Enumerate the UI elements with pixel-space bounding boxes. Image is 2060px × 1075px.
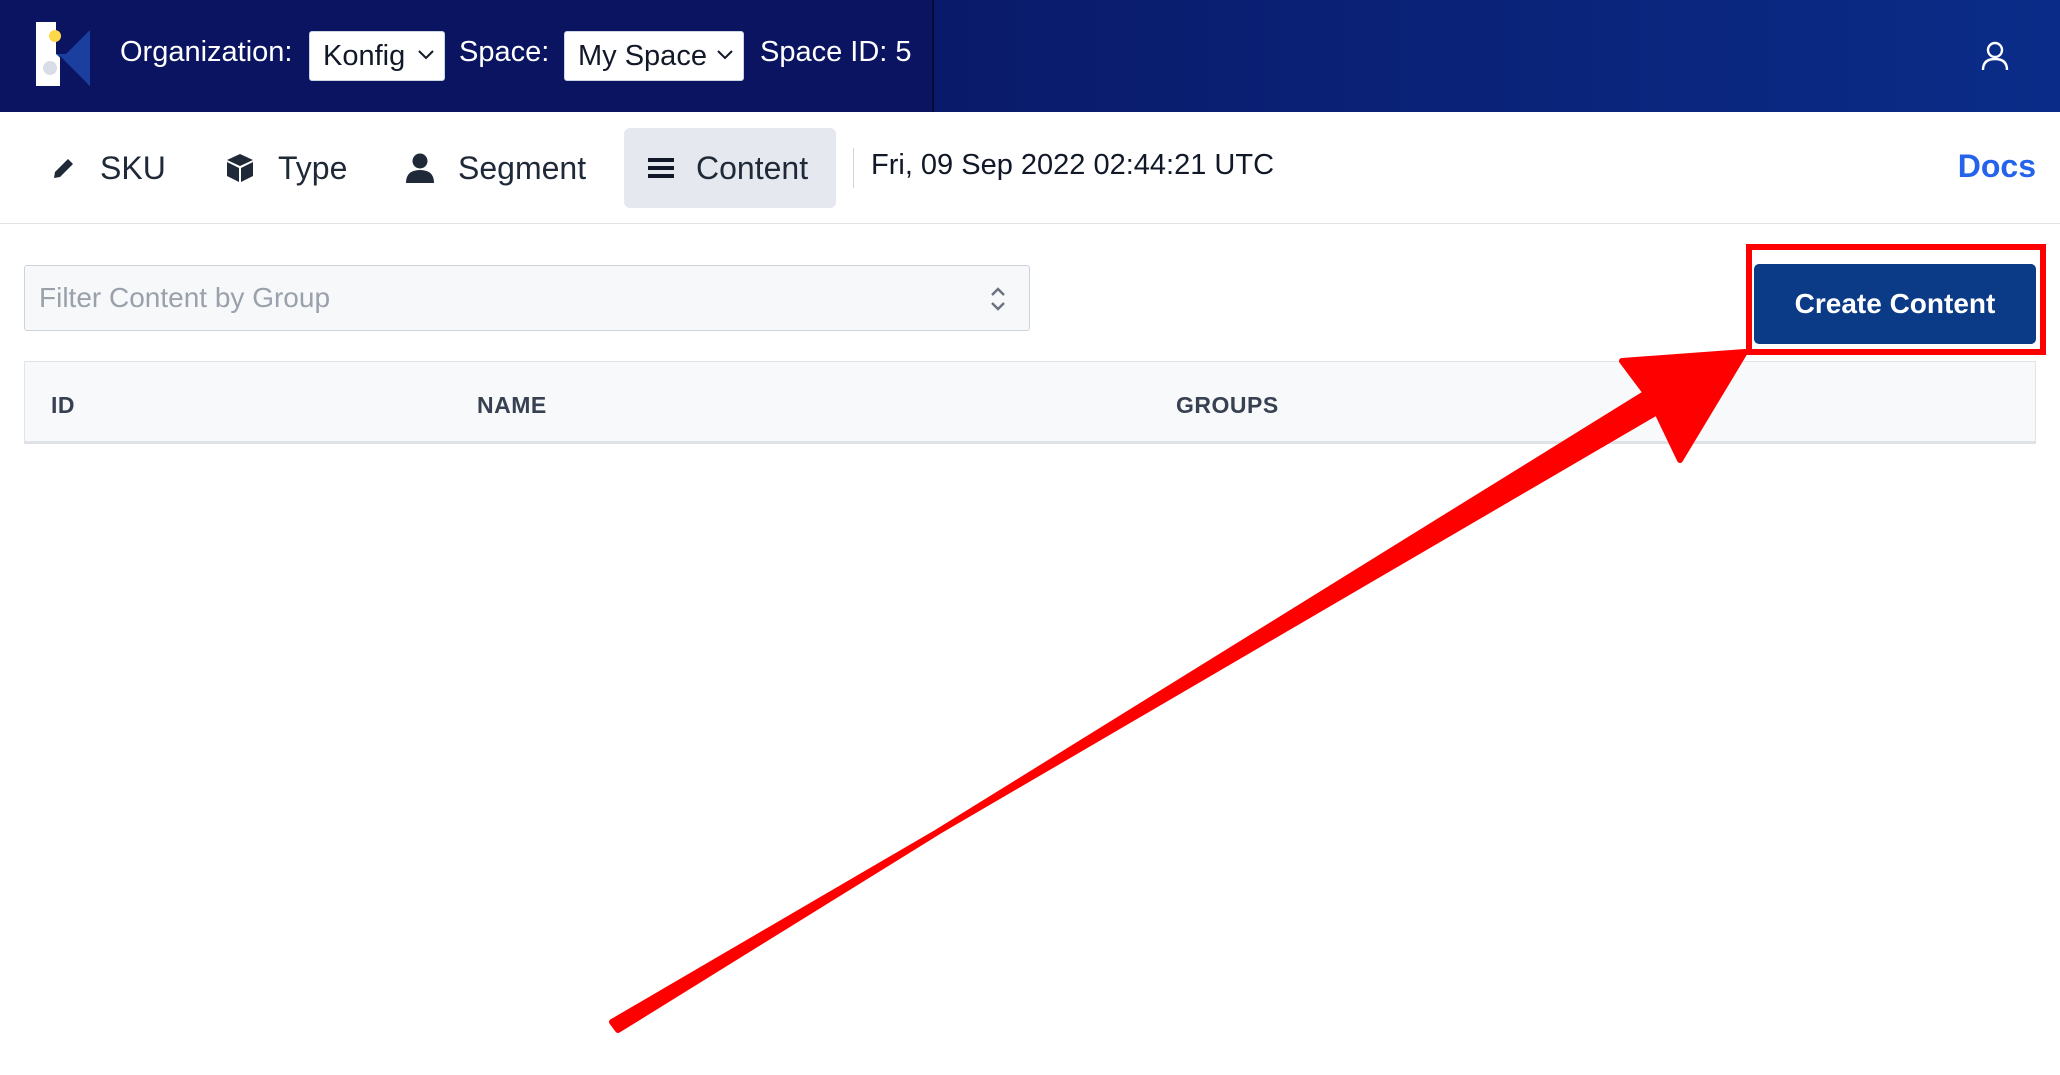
list-icon [648,158,674,178]
space-select[interactable]: My Space [564,31,744,81]
tab-segment-label: Segment [458,149,587,186]
tab-segment[interactable]: Segment [380,128,610,208]
pencil-icon [54,159,73,178]
chevron-down-icon [418,50,434,60]
tab-content-label: Content [696,149,809,186]
organization-value: Konfig [323,39,406,72]
user-icon [406,153,434,183]
space-id: Space ID: 5 [760,36,912,68]
nav-bar: SKU Type Segment Content Fri, 09 Sep 202… [0,112,2060,224]
chevron-down-icon [717,50,733,60]
annotation-arrow-shape [609,349,1748,1033]
filter-content-by-group-select[interactable]: Filter Content by Group [24,265,1030,331]
organization-label: Organization: [120,36,293,68]
column-header-name: NAME [477,392,547,418]
tab-type[interactable]: Type [200,128,371,208]
konfig-logo[interactable] [36,22,90,86]
top-bar-left: Organization: Konfig Space: My Space Spa… [0,0,934,112]
user-icon[interactable] [1980,40,2010,72]
space-label: Space: [459,36,550,68]
table-header: ID NAME GROUPS [24,361,2036,444]
tab-sku-label: SKU [100,149,166,186]
timestamp: Fri, 09 Sep 2022 02:44:21 UTC [871,149,1275,181]
filter-placeholder: Filter Content by Group [39,282,331,313]
up-down-chevron-icon [991,287,1005,311]
nav-divider [853,148,854,188]
column-header-id: ID [51,392,75,418]
tab-content[interactable]: Content [624,128,836,208]
top-bar: Organization: Konfig Space: My Space Spa… [0,0,2060,112]
tab-sku[interactable]: SKU [26,128,190,208]
create-content-button[interactable]: Create Content [1754,264,2036,344]
docs-link[interactable]: Docs [1958,148,2036,185]
organization-select[interactable]: Konfig [309,31,445,81]
column-header-groups: GROUPS [1176,392,1279,418]
space-value: My Space [578,39,707,72]
cube-icon [227,154,253,182]
tab-type-label: Type [278,149,348,186]
